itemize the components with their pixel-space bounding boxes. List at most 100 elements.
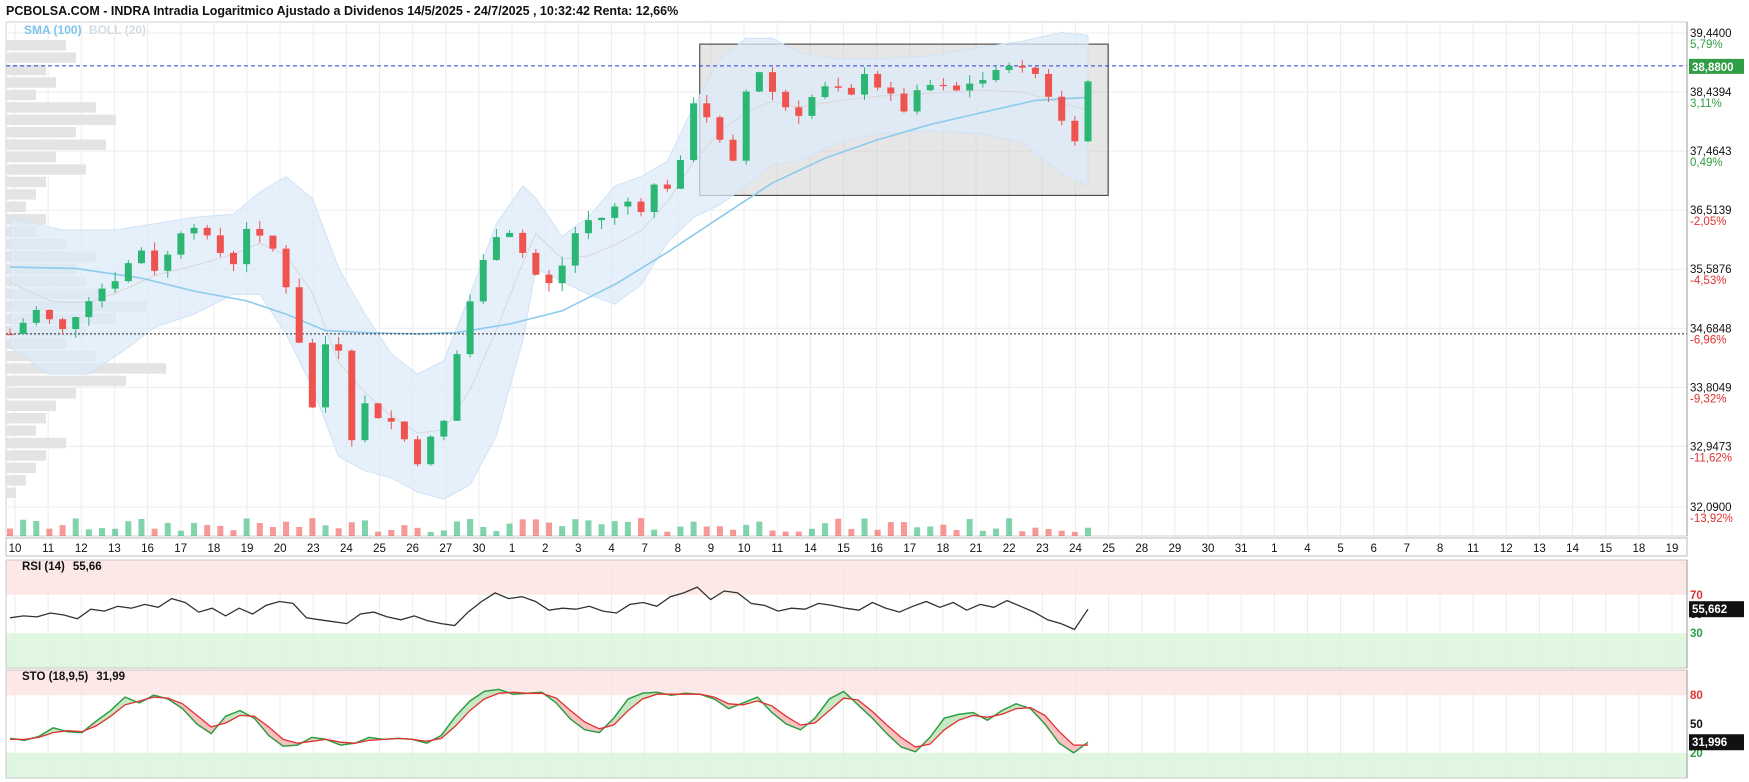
candle[interactable] (676, 160, 684, 189)
candle[interactable] (808, 97, 816, 116)
candle[interactable] (374, 403, 382, 419)
candle[interactable] (926, 84, 934, 91)
candle[interactable] (782, 91, 790, 108)
candle[interactable] (913, 90, 921, 112)
candle[interactable] (900, 93, 908, 112)
candle[interactable] (1084, 81, 1092, 142)
candle[interactable] (637, 201, 645, 213)
candle[interactable] (137, 250, 145, 264)
volume-bar (979, 530, 986, 536)
candle[interactable] (414, 439, 422, 465)
candle[interactable] (216, 235, 224, 253)
candle[interactable] (939, 84, 947, 87)
candle[interactable] (124, 263, 132, 282)
candle[interactable] (32, 309, 40, 323)
candle[interactable] (992, 69, 1000, 80)
candle[interactable] (624, 201, 632, 207)
candle[interactable] (1071, 120, 1079, 142)
candle[interactable] (1018, 65, 1026, 68)
candle[interactable] (1058, 96, 1066, 121)
candle[interactable] (164, 254, 172, 271)
candle[interactable] (953, 85, 961, 91)
candle[interactable] (663, 184, 671, 189)
candle[interactable] (269, 235, 277, 249)
rsi-panel[interactable]: 70503055,662 (5, 559, 1744, 669)
volume-profile-bar (6, 450, 46, 461)
candle[interactable] (716, 117, 724, 140)
candle[interactable] (532, 252, 540, 275)
candle[interactable] (611, 206, 619, 218)
candle[interactable] (847, 87, 855, 95)
volume-bar (480, 526, 487, 536)
candle[interactable] (151, 250, 159, 271)
overbought-zone (6, 560, 1687, 595)
candle[interactable] (545, 274, 553, 284)
candle[interactable] (98, 288, 106, 302)
candle[interactable] (821, 86, 829, 98)
date-tick-label: 17 (903, 543, 916, 555)
candle[interactable] (190, 227, 198, 234)
candle[interactable] (322, 344, 330, 408)
candle[interactable] (427, 436, 435, 465)
candle[interactable] (243, 228, 251, 265)
candle[interactable] (256, 228, 264, 236)
candle[interactable] (558, 265, 566, 284)
candle[interactable] (979, 79, 987, 84)
sto-panel[interactable]: 80502031,996 (5, 669, 1744, 779)
candle[interactable] (861, 73, 869, 95)
candle[interactable] (598, 217, 606, 221)
candle[interactable] (742, 91, 750, 161)
legend-boll[interactable]: BOLL (20) (89, 23, 146, 37)
candle[interactable] (506, 232, 514, 238)
candle[interactable] (768, 72, 776, 92)
candle[interactable] (519, 232, 527, 253)
candle[interactable] (755, 72, 763, 92)
candle[interactable] (19, 322, 27, 335)
candle[interactable] (795, 107, 803, 116)
candle[interactable] (690, 103, 698, 161)
candle[interactable] (111, 281, 119, 289)
date-tick-label: 8 (1437, 543, 1443, 555)
volume-bar (1085, 527, 1091, 536)
volume-bar (651, 529, 658, 536)
candle[interactable] (400, 421, 408, 440)
candle[interactable] (177, 233, 185, 255)
candle[interactable] (834, 86, 842, 88)
volume-bar (808, 528, 815, 536)
candle[interactable] (295, 287, 303, 343)
candle[interactable] (282, 248, 290, 288)
volume-bar (453, 521, 460, 536)
candle[interactable] (453, 354, 461, 421)
candle[interactable] (1031, 67, 1039, 74)
candle[interactable] (1005, 65, 1013, 70)
candle[interactable] (466, 301, 474, 355)
candle[interactable] (729, 139, 737, 161)
candle[interactable] (492, 237, 500, 260)
candle[interactable] (703, 103, 711, 118)
candle[interactable] (874, 73, 882, 88)
candle[interactable] (335, 344, 343, 351)
candle[interactable] (571, 233, 579, 266)
candle[interactable] (1045, 73, 1053, 97)
candle[interactable] (85, 301, 93, 318)
legend-sma[interactable]: SMA (100) (24, 23, 82, 37)
candle[interactable] (479, 259, 487, 302)
candle[interactable] (59, 319, 67, 330)
candle[interactable] (387, 418, 395, 422)
candle[interactable] (45, 309, 53, 320)
candle[interactable] (887, 87, 895, 94)
candle[interactable] (650, 184, 658, 213)
candle[interactable] (966, 83, 974, 91)
candle[interactable] (584, 220, 592, 234)
candle[interactable] (203, 227, 211, 236)
candle[interactable] (72, 317, 80, 330)
candle[interactable] (6, 333, 14, 336)
candle[interactable] (348, 350, 356, 441)
candle[interactable] (361, 403, 369, 441)
candle[interactable] (308, 342, 316, 408)
candle[interactable] (440, 420, 448, 437)
volume-bar (1019, 531, 1026, 536)
volume-bar (966, 519, 973, 536)
volume-bar (191, 522, 198, 536)
candle[interactable] (229, 252, 237, 265)
